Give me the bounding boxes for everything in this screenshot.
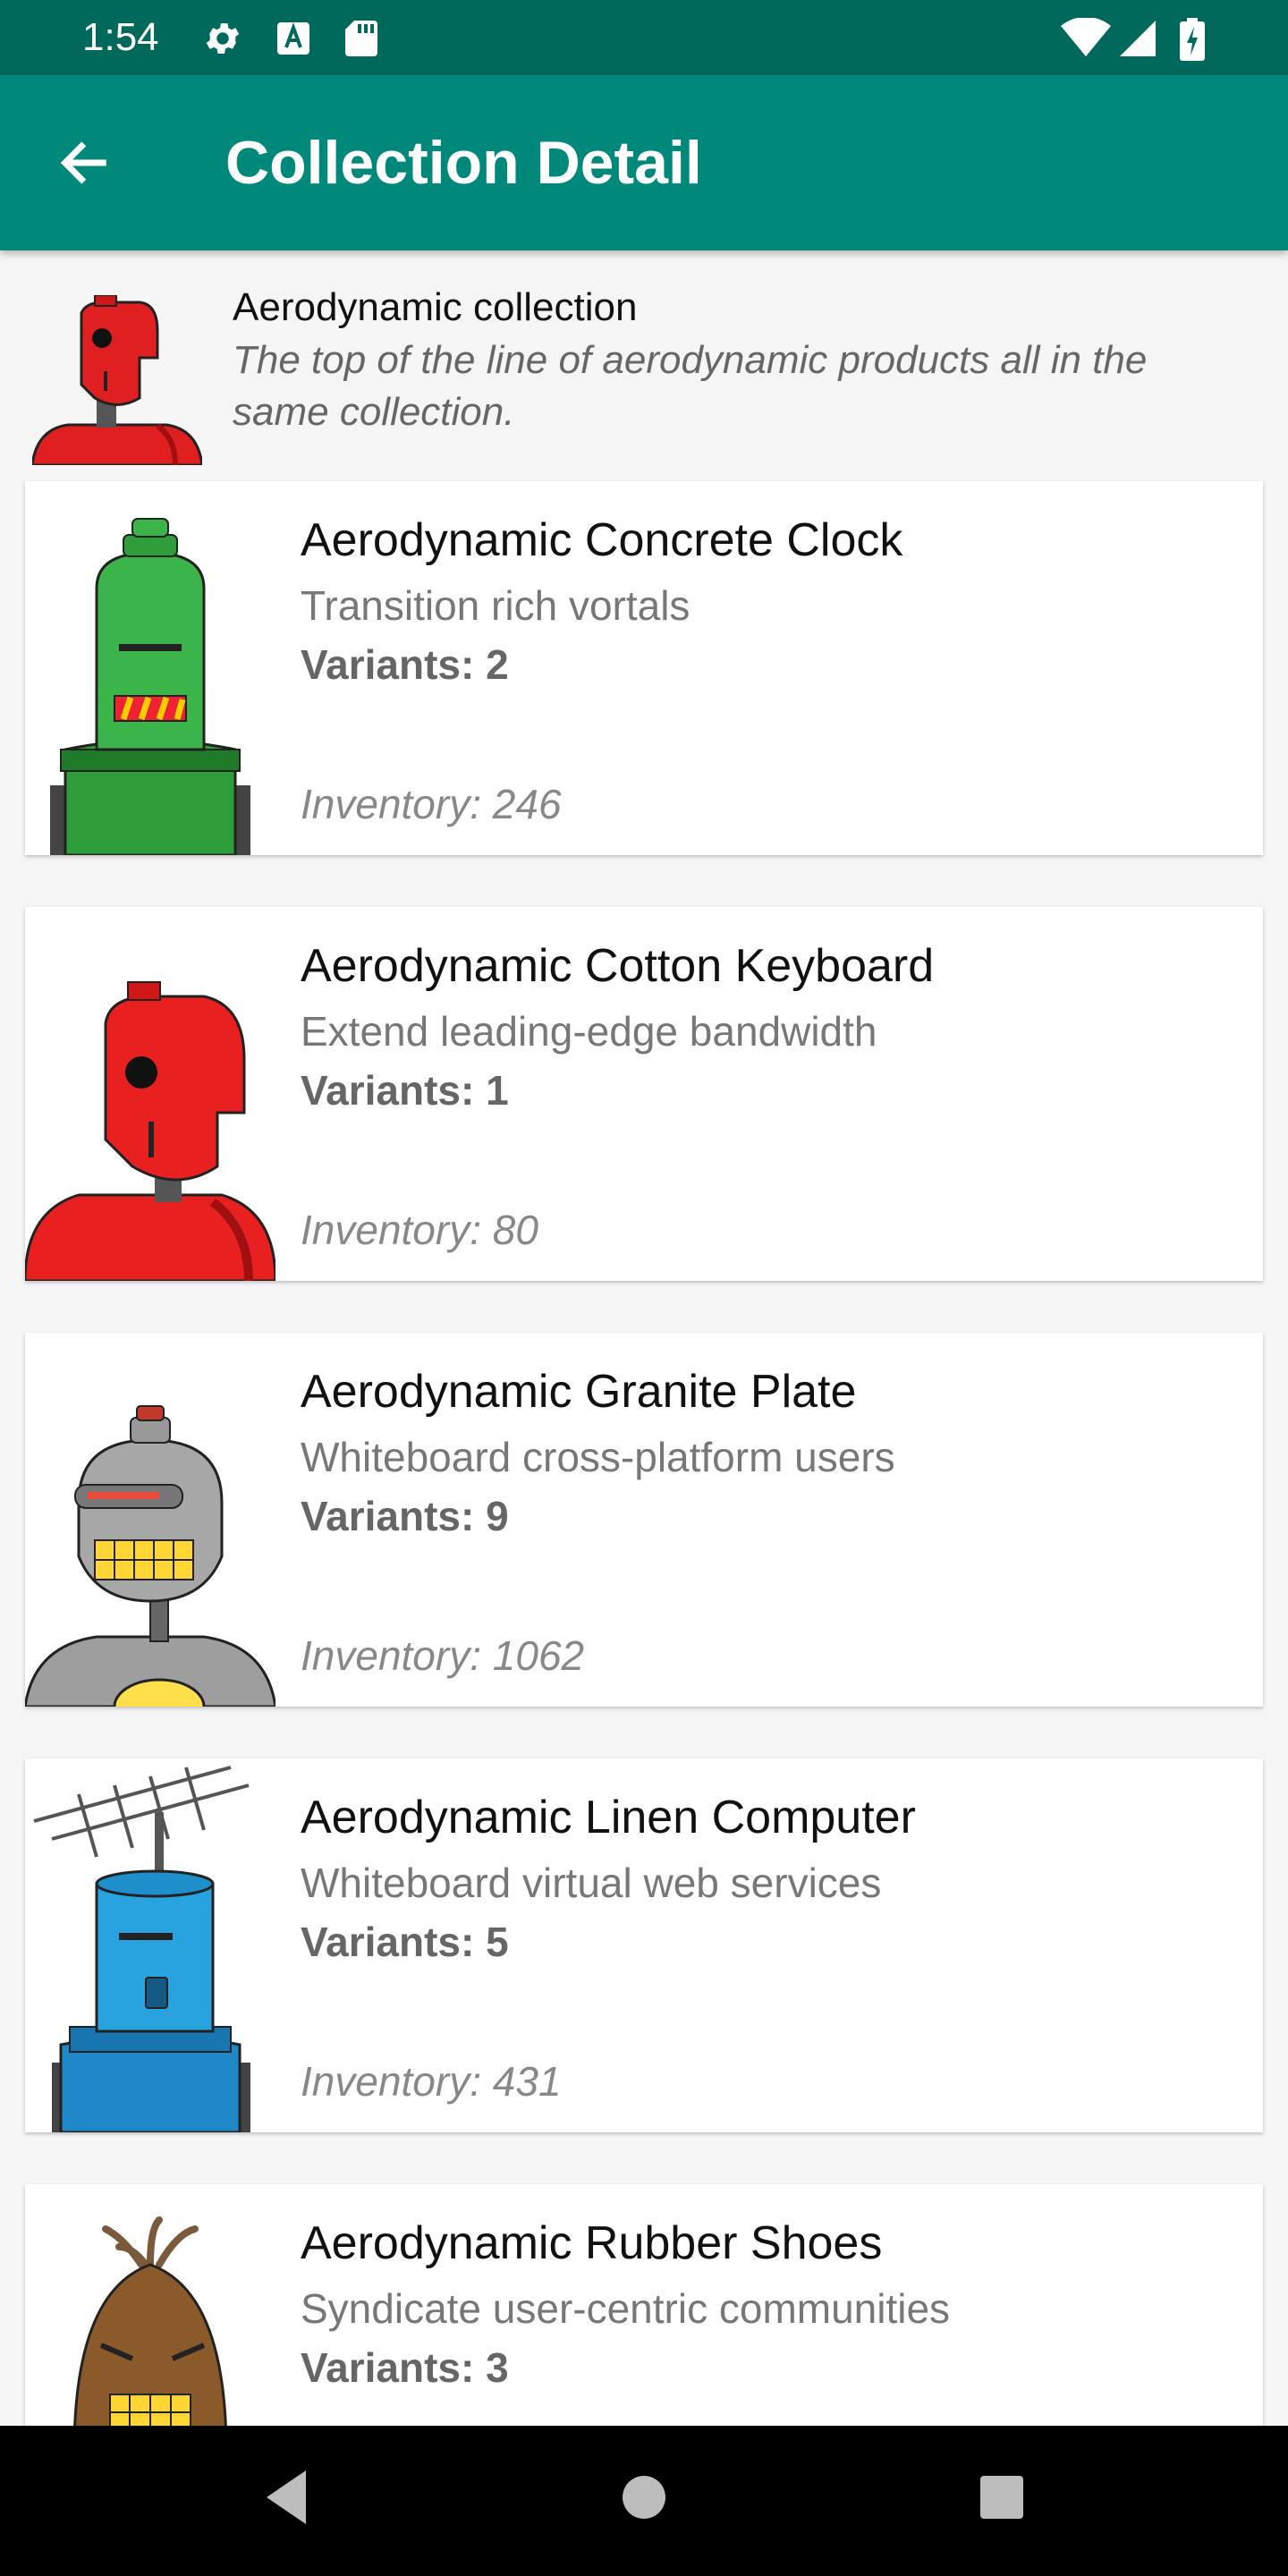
product-tagline: Whiteboard virtual web services xyxy=(301,1860,882,1906)
product-name: Aerodynamic Cotton Keyboard xyxy=(301,940,935,992)
navigation-bar xyxy=(0,2426,1288,2576)
keyboard-a-icon xyxy=(277,22,309,55)
product-inventory: Inventory: 80 xyxy=(301,1207,538,1253)
page-title: Collection Detail xyxy=(225,129,702,197)
red-robot-icon xyxy=(32,295,202,465)
product-card[interactable]: Aerodynamic Linen Computer Whiteboard vi… xyxy=(25,1758,1263,2132)
product-card[interactable]: Aerodynamic Cotton Keyboard Extend leadi… xyxy=(25,907,1263,1281)
product-variants: Variants: 9 xyxy=(301,1493,509,1539)
back-triangle-icon[interactable] xyxy=(259,2465,313,2529)
collection-name: Aerodynamic collection xyxy=(233,285,638,329)
collection-description: The top of the line of aerodynamic produ… xyxy=(233,338,1148,434)
product-tagline: Transition rich vortals xyxy=(301,582,691,629)
gray-robot-icon xyxy=(25,1405,275,1707)
battery-charging-icon xyxy=(1180,18,1205,61)
product-variants: Variants: 5 xyxy=(301,1919,509,1965)
product-name: Aerodynamic Granite Plate xyxy=(301,1366,857,1418)
product-variants: Variants: 1 xyxy=(301,1067,509,1114)
product-card[interactable]: Aerodynamic Granite Plate Whiteboard cro… xyxy=(25,1333,1263,1707)
product-tagline: Whiteboard cross-platform users xyxy=(301,1434,895,1480)
product-tagline: Extend leading-edge bandwidth xyxy=(301,1008,877,1055)
status-time: 1:54 xyxy=(82,15,159,59)
product-inventory: Inventory: 1062 xyxy=(301,1632,585,1679)
cell-signal-icon xyxy=(1120,21,1156,56)
home-circle-icon[interactable] xyxy=(617,2465,671,2529)
product-name: Aerodynamic Rubber Shoes xyxy=(301,2217,883,2269)
product-card[interactable]: Aerodynamic Concrete Clock Transition ri… xyxy=(25,481,1263,855)
arrow-back-icon[interactable] xyxy=(55,134,113,191)
recents-square-icon[interactable] xyxy=(975,2465,1029,2529)
red-robot-icon xyxy=(25,981,275,1281)
collection-header: Aerodynamic collection The top of the li… xyxy=(0,250,1288,465)
wifi-icon xyxy=(1061,18,1111,56)
sd-card-icon xyxy=(345,21,377,56)
product-variants: Variants: 3 xyxy=(301,2344,509,2391)
product-variants: Variants: 2 xyxy=(301,641,509,688)
app-bar: Collection Detail xyxy=(0,75,1288,250)
product-tagline: Syndicate user-centric communities xyxy=(301,2285,951,2332)
product-name: Aerodynamic Linen Computer xyxy=(301,1792,916,1843)
blue-robot-icon xyxy=(33,1766,250,2132)
product-inventory: Inventory: 246 xyxy=(301,781,562,827)
product-inventory: Inventory: 431 xyxy=(301,2058,562,2105)
green-robot-icon xyxy=(50,518,250,855)
product-name: Aerodynamic Concrete Clock xyxy=(301,514,903,566)
status-bar: 1:54 xyxy=(0,0,1288,75)
settings-icon xyxy=(206,23,240,54)
